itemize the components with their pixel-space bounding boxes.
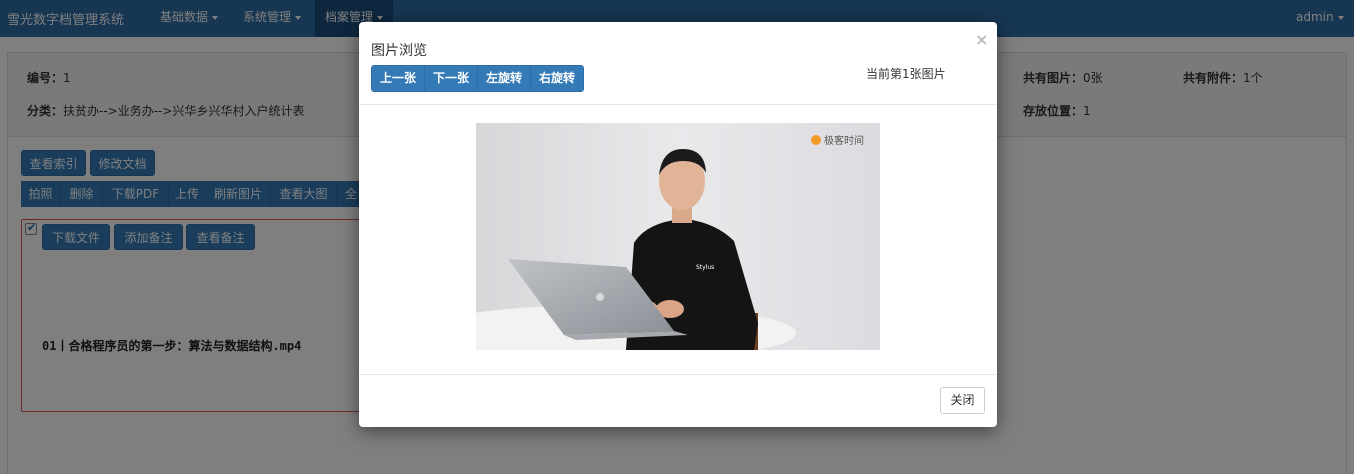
modal-header-divider (359, 104, 997, 105)
close-icon[interactable]: × (975, 30, 988, 49)
rotate-right-button[interactable]: 右旋转 (531, 66, 583, 91)
next-image-button[interactable]: 下一张 (425, 66, 478, 91)
preview-image: Stylus 极客时间 (476, 123, 880, 350)
modal-title: 图片浏览 (371, 43, 427, 59)
geek-time-logo-icon (811, 135, 821, 145)
image-viewer-modal: 图片浏览 × 上一张 下一张 左旋转 右旋转 当前第1张图片 Stylus 极客… (359, 22, 997, 427)
rotate-left-button[interactable]: 左旋转 (478, 66, 531, 91)
close-button[interactable]: 关闭 (940, 387, 985, 414)
shirt-text: Stylus (696, 264, 714, 271)
modal-footer-divider (359, 374, 997, 375)
image-counter: 当前第1张图片 (866, 67, 946, 81)
image-watermark: 极客时间 (824, 134, 864, 147)
previous-image-button[interactable]: 上一张 (372, 66, 425, 91)
image-nav-button-group: 上一张 下一张 左旋转 右旋转 (371, 65, 584, 92)
preview-image-graphic: Stylus 极客时间 (476, 123, 880, 350)
